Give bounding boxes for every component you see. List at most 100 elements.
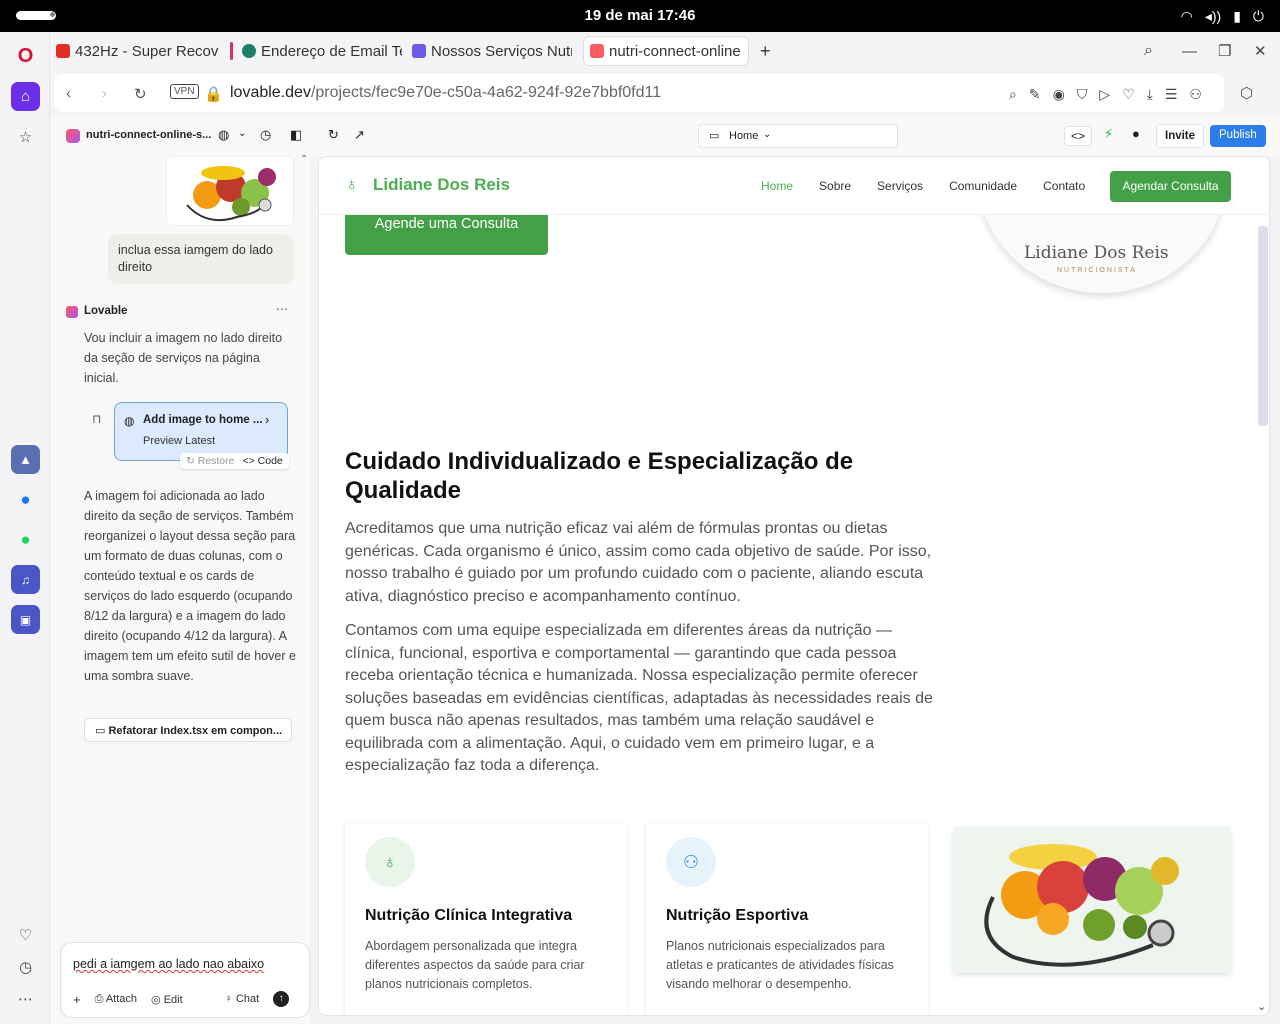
aria-icon[interactable]: ▲: [11, 445, 40, 474]
assistant-message-2: A imagem foi adicionada ao lado direito …: [84, 489, 296, 683]
page-select-value: Home: [729, 130, 759, 142]
url-box[interactable]: ‹ › ↻ VPN 🔒 lovable.dev/projects/fec9e70…: [54, 74, 1224, 112]
back-icon[interactable]: ‹: [66, 85, 71, 102]
system-top-bar: 19 de mai 17:46 ◠ ◂)) ▮ ⏻: [0, 0, 1280, 32]
more-options-icon[interactable]: ⋯: [276, 302, 288, 316]
shield-icon[interactable]: ⛉: [1077, 86, 1088, 103]
chevron-right-icon: ›: [265, 412, 270, 427]
download-icon[interactable]: ⤓: [1147, 86, 1153, 103]
system-tray[interactable]: ◠ ◂)) ▮ ⏻: [1181, 8, 1264, 25]
history-icon[interactable]: ◷: [11, 952, 40, 981]
cube-icon[interactable]: ☆: [11, 122, 40, 151]
globe-icon[interactable]: ◍: [218, 127, 229, 143]
attach-label: Attach: [105, 992, 138, 1005]
messenger-icon[interactable]: ●: [11, 485, 40, 514]
nav-home[interactable]: Home: [761, 179, 793, 193]
supabase-icon[interactable]: ⚡: [1104, 126, 1113, 142]
more-icon[interactable]: ⋯: [11, 984, 40, 1013]
maximize-icon[interactable]: ❐: [1218, 37, 1231, 65]
code-button[interactable]: <> Code: [242, 455, 282, 467]
tab-label: nutri-connect-online: [609, 42, 741, 60]
music-player-icon[interactable]: ♫: [11, 565, 40, 594]
edit-button[interactable]: ◎ Edit: [151, 993, 183, 1006]
page-select[interactable]: ▭ Home ⌄: [698, 124, 898, 148]
nav-contato[interactable]: Contato: [1043, 179, 1085, 193]
reload-icon[interactable]: ↻: [134, 85, 147, 103]
open-external-icon[interactable]: ↗: [354, 127, 365, 143]
search-page-icon[interactable]: ⌕: [1009, 86, 1017, 103]
forward-icon[interactable]: ›: [102, 85, 107, 102]
heart-icon[interactable]: ♡: [11, 920, 40, 949]
youtube-icon: [56, 44, 70, 58]
camera-icon[interactable]: ◉: [1053, 86, 1065, 103]
wifi-icon[interactable]: ◠: [1181, 8, 1193, 25]
system-clock[interactable]: 19 de mai 17:46: [0, 7, 1280, 24]
tab-services[interactable]: Nossos Serviços Nutri: [412, 37, 572, 65]
service-card[interactable]: ⚇ Nutrição Esportiva Planos nutricionais…: [646, 823, 928, 1015]
wallet-icon[interactable]: ▣: [11, 605, 40, 634]
apple-logo-icon: ♁: [345, 174, 359, 194]
new-tab-button[interactable]: +: [760, 37, 771, 65]
bookmark-icon[interactable]: ⊓: [92, 412, 101, 426]
chevron-up-icon[interactable]: ⌃: [300, 154, 308, 165]
site-brand[interactable]: Lidiane Dos Reis: [373, 175, 510, 195]
close-window-icon[interactable]: ✕: [1254, 37, 1267, 65]
tab-label: Endereço de Email Te: [261, 42, 402, 60]
play-icon[interactable]: ▷: [1099, 86, 1110, 103]
refactor-suggestion-button[interactable]: ▭ Refatorar Index.tsx em compon...: [84, 718, 292, 742]
nav-servicos[interactable]: Serviços: [877, 179, 923, 193]
address-bar: ‹ › ↻ VPN 🔒 lovable.dev/projects/fec9e70…: [50, 70, 1280, 116]
nav-sobre[interactable]: Sobre: [819, 179, 851, 193]
service-title: Nutrição Clínica Integrativa: [365, 907, 573, 924]
preview-scrollbar[interactable]: [1258, 226, 1268, 426]
version-actions: ↻ Restore <> Code: [180, 453, 289, 469]
code-label: Code: [257, 455, 283, 467]
lovable-toolbar: nutri-connect-online-s... ◍ ⌄ ◷ ◧ ↻ ↗ ▭ …: [50, 116, 1280, 156]
plus-icon[interactable]: +: [73, 992, 81, 1007]
user-icon[interactable]: ⚇: [1189, 86, 1202, 103]
volume-icon[interactable]: ◂)): [1205, 8, 1221, 25]
tab-email[interactable]: Endereço de Email Te: [242, 37, 402, 65]
minimize-icon[interactable]: —: [1182, 37, 1197, 65]
lovable-avatar-icon: [66, 306, 78, 318]
url-text[interactable]: lovable.dev/projects/fec9e70e-c50a-4a62-…: [230, 84, 661, 102]
battery-icon[interactable]: ▮: [1233, 8, 1241, 25]
nav-comunidade[interactable]: Comunidade: [949, 179, 1017, 193]
tab-youtube[interactable]: 432Hz - Super Recov: [56, 37, 222, 65]
send-icon[interactable]: ↑: [273, 991, 290, 1007]
attach-button[interactable]: ⎙ Attach: [95, 993, 137, 1006]
version-subtitle: Preview Latest: [143, 435, 216, 447]
edit-icon[interactable]: ✎: [1029, 86, 1041, 103]
refresh-preview-icon[interactable]: ↻: [328, 127, 339, 143]
home-icon[interactable]: ⌂: [11, 82, 40, 111]
project-name[interactable]: nutri-connect-online-s...: [86, 129, 211, 141]
whatsapp-icon[interactable]: ●: [11, 525, 40, 554]
restore-button[interactable]: ↻ Restore: [186, 455, 234, 467]
sidebar-toggle-icon[interactable]: ◧: [290, 127, 302, 143]
nav-schedule-button[interactable]: Agendar Consulta: [1110, 171, 1231, 202]
vpn-badge[interactable]: VPN: [170, 84, 199, 99]
publish-button[interactable]: Publish: [1210, 125, 1266, 147]
invite-button[interactable]: Invite: [1156, 124, 1205, 148]
github-icon[interactable]: ●: [1132, 126, 1140, 141]
extensions-icon[interactable]: ⬡: [1240, 84, 1253, 102]
fruit-stethoscope-image: [984, 844, 1179, 967]
chevron-down-icon[interactable]: ⌄: [238, 128, 246, 139]
tab-nutri-connect[interactable]: nutri-connect-online: [584, 37, 748, 65]
email-site-icon: [242, 44, 256, 58]
restore-label: Restore: [197, 455, 235, 467]
service-card[interactable]: ♁ Nutrição Clínica Integrativa Abordagem…: [345, 823, 627, 1015]
uploaded-image-thumbnail[interactable]: [166, 156, 294, 226]
menu-icon[interactable]: ☰: [1165, 86, 1178, 103]
power-icon[interactable]: ⏻: [1253, 8, 1264, 25]
chat-input[interactable]: pedi a iamgem ao lado nao abaixo + ⎙ Att…: [60, 942, 310, 1018]
heart-icon[interactable]: ♡: [1122, 86, 1135, 103]
history-icon[interactable]: ◷: [260, 127, 271, 143]
opera-logo-icon[interactable]: O: [11, 42, 40, 71]
code-view-icon[interactable]: <>: [1064, 126, 1093, 146]
lock-icon[interactable]: 🔒: [204, 85, 223, 103]
chat-mode-button[interactable]: ♀ Chat: [225, 993, 260, 1005]
search-tabs-icon[interactable]: ⌕: [1144, 37, 1153, 65]
scroll-down-icon[interactable]: ⌄: [1257, 1000, 1266, 1013]
site-nav-links: Home Sobre Serviços Comunidade Contato: [761, 179, 1085, 193]
